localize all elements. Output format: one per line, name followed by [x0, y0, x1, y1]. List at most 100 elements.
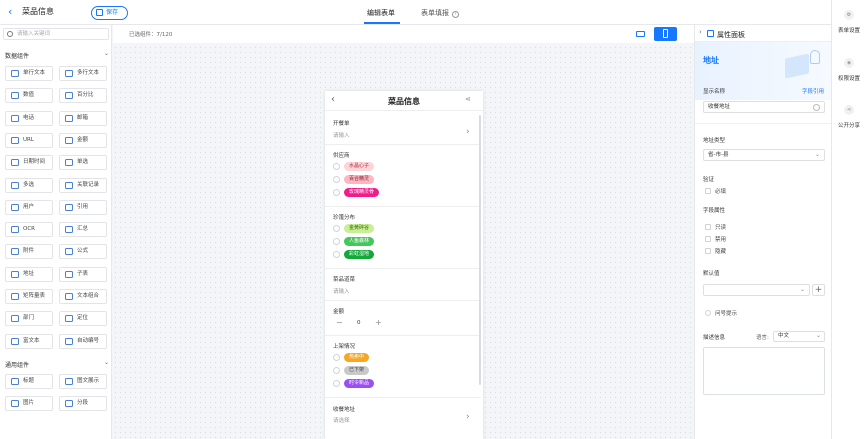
section-icon [65, 400, 73, 408]
component-item[interactable]: 图片 [5, 396, 53, 412]
component-item[interactable]: 日期时间 [5, 155, 53, 171]
quote-icon [65, 203, 73, 211]
form-field-radio[interactable]: 上架情况 热卖中 已下架 时令新品 [325, 336, 481, 398]
option-chip[interactable]: 时令新品 [344, 379, 375, 388]
rich-text-icon [11, 337, 19, 345]
plus-icon[interactable]: + [375, 318, 382, 327]
component-item[interactable]: 邮箱 [59, 110, 107, 126]
disabled-checkbox[interactable] [705, 236, 711, 242]
component-item[interactable]: URL [5, 132, 53, 148]
display-name-input[interactable]: 收餐地址 [703, 101, 825, 113]
radio-button[interactable] [333, 238, 340, 245]
component-item[interactable]: 定位 [59, 311, 107, 327]
radio-button[interactable] [333, 189, 340, 196]
option-chip[interactable]: 已下架 [344, 366, 370, 375]
component-item[interactable]: 百分比 [59, 88, 107, 104]
hidden-checkbox[interactable] [705, 248, 711, 254]
required-label: 必填 [715, 189, 727, 195]
component-item[interactable]: 富文本 [5, 333, 53, 349]
stepper-value[interactable]: 0 [357, 320, 361, 326]
radio-icon [65, 159, 73, 167]
help-icon[interactable]: ? [452, 11, 459, 18]
tab-edit-form[interactable]: 编辑表单 [367, 8, 395, 18]
form-settings-button[interactable]: ⚙ 表单设置 [832, 10, 865, 38]
ocr-icon [11, 226, 19, 234]
option-chip[interactable]: 金黄碎谷 [344, 224, 375, 233]
description-textarea[interactable] [703, 347, 825, 395]
chevron-right-icon[interactable]: › [699, 28, 702, 36]
form-field-radio[interactable]: 供应商 水晶心子 百合精灵 玫瑰精灵骨 [325, 145, 481, 207]
component-item[interactable]: 多选 [5, 177, 53, 193]
component-item[interactable]: 关联记录 [59, 177, 107, 193]
save-button[interactable]: 保存 [91, 6, 128, 20]
form-field-input[interactable]: 开餐单 请输入 › [325, 113, 481, 145]
preview-scrollbar[interactable] [479, 115, 481, 385]
component-item[interactable]: 公式 [59, 244, 107, 260]
component-label: 矩阵量表 [23, 293, 46, 299]
address-type-select[interactable]: 省-市-县 ⌄ [703, 149, 825, 161]
component-item[interactable]: 单行文本 [5, 66, 53, 81]
chevron-down-icon: ⌄ [815, 332, 821, 339]
component-item[interactable]: 子表 [59, 266, 107, 282]
form-field-radio[interactable]: 珍馐分布 金黄碎谷 人鱼森林 彩虹湿地 [325, 207, 481, 269]
component-label: 关联记录 [77, 181, 100, 188]
option-chip[interactable]: 人鱼森林 [344, 237, 375, 246]
readonly-checkbox[interactable] [705, 224, 711, 230]
component-item[interactable]: 矩阵量表 [5, 289, 53, 304]
required-checkbox[interactable] [705, 188, 711, 194]
component-item[interactable]: 地址 [5, 266, 53, 282]
clear-icon[interactable] [813, 104, 820, 111]
public-share-button[interactable]: ⋖ 公开分享 [832, 105, 865, 133]
component-item[interactable]: 分段 [59, 396, 107, 412]
radio-button[interactable] [333, 176, 340, 183]
radio-button[interactable] [333, 367, 340, 374]
radio-button[interactable] [333, 251, 340, 258]
radio-button[interactable] [333, 354, 340, 361]
component-item[interactable]: 用户 [5, 199, 53, 215]
component-item[interactable]: 多行文本 [59, 66, 107, 81]
component-item[interactable]: 电话 [5, 110, 53, 126]
field-reference-link[interactable]: 字段引用 [802, 87, 824, 95]
back-icon[interactable]: ‹ [8, 5, 12, 18]
permission-settings-button[interactable]: ◈ 权限设置 [832, 58, 865, 86]
public-share-label: 公开分享 [837, 123, 860, 129]
option-chip[interactable]: 百合精灵 [344, 175, 375, 184]
component-item[interactable]: 文本组合 [59, 289, 107, 304]
mobile-view-button[interactable] [654, 27, 677, 41]
form-field-amount[interactable]: 金额 − 0 + [325, 301, 481, 336]
radio-button[interactable] [333, 225, 340, 232]
add-default-button[interactable]: + [812, 284, 825, 296]
component-label: 自动编号 [77, 337, 100, 344]
option-chip[interactable]: 水晶心子 [344, 162, 375, 171]
chevron-down-icon[interactable]: ⌄ [104, 359, 109, 366]
option-chip[interactable]: 彩虹湿地 [344, 250, 375, 259]
hint-toggle[interactable] [705, 310, 711, 316]
component-item[interactable]: 引用 [59, 199, 107, 215]
language-select[interactable]: 中文 ⌄ [773, 331, 825, 342]
tab-fill-form[interactable]: 表单填报? [421, 8, 459, 18]
component-label: 数值 [23, 92, 35, 99]
option-chip[interactable]: 玫瑰精灵骨 [344, 188, 380, 197]
minus-icon[interactable]: − [336, 318, 343, 327]
component-item[interactable]: 附件 [5, 244, 53, 260]
form-field-address[interactable]: 收餐地址 请选择 › [325, 399, 481, 439]
default-value-select[interactable]: ⌄ [703, 284, 810, 296]
form-field-input[interactable]: 菜品道菜 请输入 [325, 269, 481, 301]
component-item[interactable]: 数值 [5, 88, 53, 104]
component-item[interactable]: 汇总 [59, 222, 107, 238]
chevron-down-icon[interactable]: ⌄ [104, 50, 109, 57]
component-item[interactable]: 图文展示 [59, 374, 107, 389]
search-input[interactable]: 请输入关键词 [3, 28, 109, 40]
component-item[interactable]: 自动编号 [59, 333, 107, 349]
component-item[interactable]: OCR [5, 222, 53, 238]
radio-button[interactable] [333, 163, 340, 170]
component-item[interactable]: 部门 [5, 311, 53, 327]
component-label: 金额 [77, 136, 89, 143]
radio-button[interactable] [333, 380, 340, 387]
component-item[interactable]: 单选 [59, 155, 107, 171]
component-item[interactable]: 金额 [59, 132, 107, 148]
share-icon[interactable]: ⋖ [465, 95, 471, 103]
option-chip[interactable]: 热卖中 [344, 353, 370, 362]
desktop-view-button[interactable] [628, 27, 651, 41]
component-item[interactable]: 标题 [5, 374, 53, 389]
